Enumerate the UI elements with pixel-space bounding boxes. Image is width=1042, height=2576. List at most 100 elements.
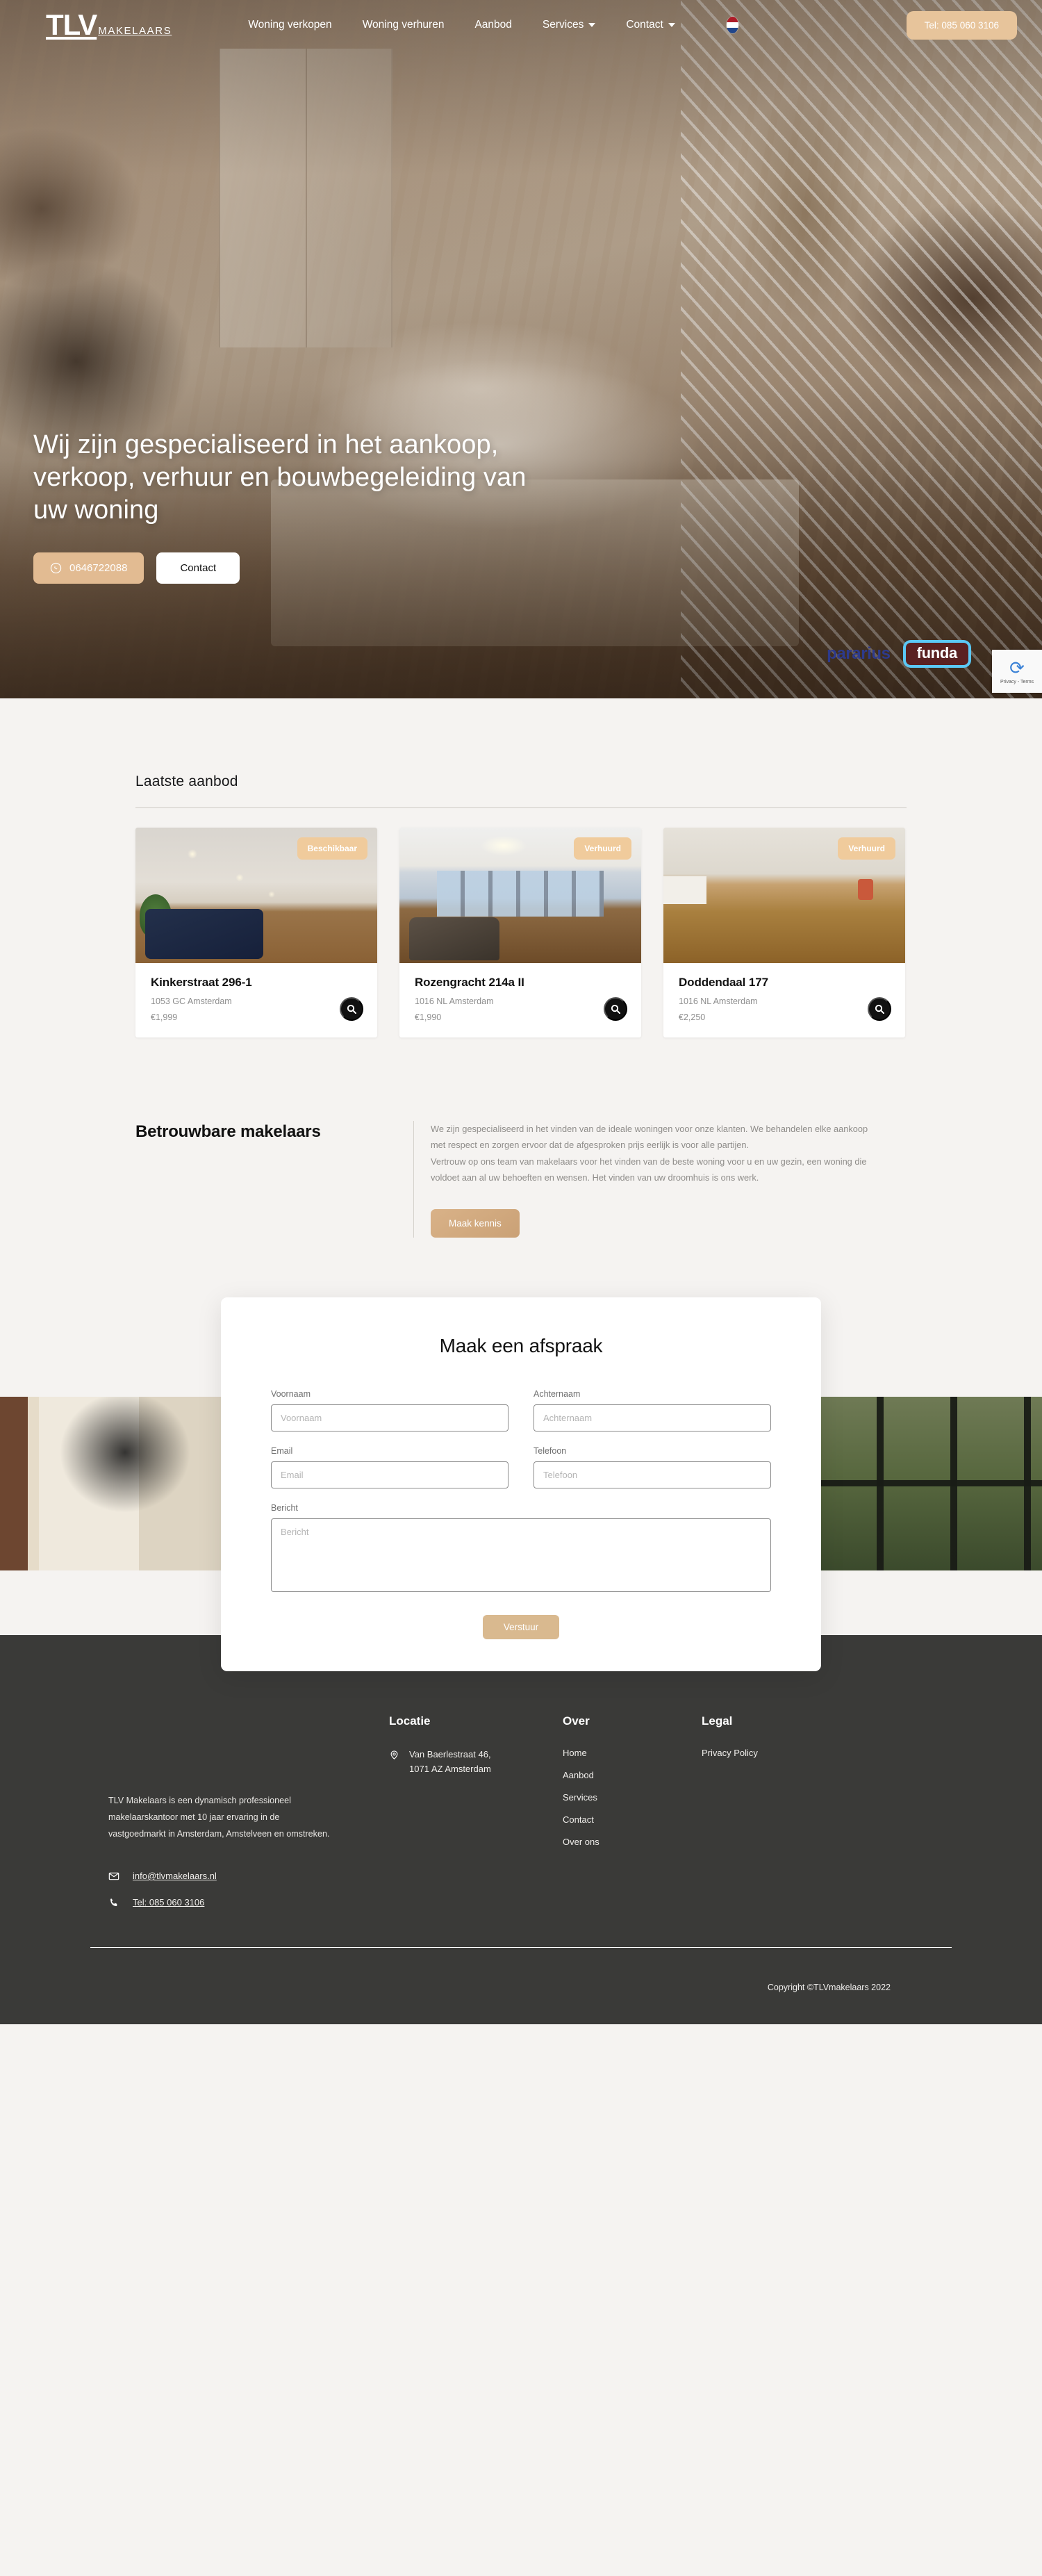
maak-kennis-button[interactable]: Maak kennis <box>431 1209 520 1238</box>
field-voornaam: Voornaam <box>271 1389 508 1432</box>
property-title: Rozengracht 214a II <box>415 976 524 989</box>
whatsapp-icon <box>50 563 62 574</box>
property-address: 1016 NL Amsterdam <box>679 996 758 1006</box>
appointment-form-card: Maak een afspraak Voornaam Achternaam Em… <box>221 1297 821 1672</box>
recaptcha-badge[interactable]: ⟳ Privacy - Terms <box>992 650 1042 693</box>
property-card[interactable]: Beschikbaar Kinkerstraat 296-1 1053 GC A… <box>135 828 377 1037</box>
hero-buttons: 0646722088 Contact <box>33 552 561 584</box>
status-badge: Beschikbaar <box>297 837 367 860</box>
footer-email-row[interactable]: info@tlvmakelaars.nl <box>108 1871 389 1882</box>
property-card[interactable]: Verhuurd Doddendaal 177 1016 NL Amsterda… <box>663 828 905 1037</box>
property-image: Verhuurd <box>399 828 641 963</box>
footer-link-over-ons[interactable]: Over ons <box>563 1837 702 1847</box>
property-view-button[interactable] <box>340 997 363 1021</box>
nav-phone-button[interactable]: Tel: 085 060 3106 <box>906 10 1017 40</box>
footer-phone-row[interactable]: Tel: 085 060 3106 <box>108 1897 389 1908</box>
about-wrapper: Betrouwbare makelaars We zijn gespeciali… <box>135 1121 907 1238</box>
appointment-form-heading: Maak een afspraak <box>439 1335 603 1357</box>
footer-bottom: Copyright ©TLVmakelaars 2022 <box>90 1948 952 2024</box>
nav-links: Woning verkopen Woning verhuren Aanbod S… <box>248 17 738 33</box>
contact-section: Maak een afspraak Voornaam Achternaam Em… <box>0 1297 1042 1672</box>
phone-icon <box>110 1898 117 1906</box>
chevron-down-icon <box>588 23 596 27</box>
footer-address-line1: Van Baerlestraat 46, <box>409 1749 491 1760</box>
property-title: Doddendaal 177 <box>679 976 768 989</box>
hero-contact-button[interactable]: Contact <box>156 552 240 584</box>
funda-logo[interactable]: funda <box>905 643 968 665</box>
nav-item-label: Services <box>542 19 584 31</box>
about-right: We zijn gespecialiseerd in het vinden va… <box>413 1121 907 1238</box>
search-icon <box>875 1004 884 1014</box>
about-paragraph-2: Vertrouw op ons team van makelaars voor … <box>431 1156 867 1183</box>
email-label: Email <box>271 1446 293 1457</box>
listings-cards: Beschikbaar Kinkerstraat 296-1 1053 GC A… <box>135 828 907 1037</box>
status-badge: Verhuurd <box>574 837 631 860</box>
about-left: Betrouwbare makelaars <box>135 1121 413 1238</box>
nav-item-label: Aanbod <box>474 19 512 31</box>
nav-item-contact[interactable]: Contact <box>626 19 675 31</box>
property-view-button[interactable] <box>868 997 891 1021</box>
hero-shade-overlay <box>0 0 1042 698</box>
about-heading: Betrouwbare makelaars <box>135 1122 321 1141</box>
property-view-button[interactable] <box>604 997 627 1021</box>
achternaam-input[interactable] <box>534 1404 771 1432</box>
nav-item-woning-verkopen[interactable]: Woning verkopen <box>248 19 331 31</box>
nav-item-woning-verhuren[interactable]: Woning verhuren <box>363 19 445 31</box>
voornaam-input[interactable] <box>271 1404 508 1432</box>
mail-icon <box>108 1872 119 1880</box>
property-card-body: Rozengracht 214a II 1016 NL Amsterdam €1… <box>399 963 641 1037</box>
nav-item-label: Contact <box>626 19 663 31</box>
footer-link-aanbod[interactable]: Aanbod <box>563 1770 702 1780</box>
footer-address-text: Van Baerlestraat 46, 1071 AZ Amsterdam <box>409 1748 491 1776</box>
listings-section: Laatste aanbod Beschikbaar Kinkerstraat … <box>0 698 1042 1037</box>
bericht-label: Bericht <box>271 1503 298 1513</box>
page-root: TLV MAKELAARS Woning verkopen Woning ver… <box>0 0 1042 2024</box>
whatsapp-phone-label: 0646722088 <box>69 562 128 575</box>
hero-copy: Wij zijn gespecialiseerd in het aankoop,… <box>33 429 561 584</box>
property-image: Verhuurd <box>663 828 905 963</box>
nav-item-aanbod[interactable]: Aanbod <box>474 19 511 31</box>
brand-logo[interactable]: TLV MAKELAARS <box>46 8 172 41</box>
verstuur-submit-button[interactable]: Verstuur <box>482 1615 560 1640</box>
footer-link-privacy-policy[interactable]: Privacy Policy <box>702 1748 841 1758</box>
footer-legal-heading: Legal <box>702 1714 733 1728</box>
footer-link-contact[interactable]: Contact <box>563 1814 702 1825</box>
status-badge: Verhuurd <box>838 837 895 860</box>
property-card[interactable]: Verhuurd Rozengracht 214a II 1016 NL Ams… <box>399 828 641 1037</box>
whatsapp-phone-button[interactable]: 0646722088 <box>33 552 144 584</box>
footer-location-column: Locatie Van Baerlestraat 46, 1071 AZ Ams… <box>389 1714 563 1923</box>
footer-contact-details: info@tlvmakelaars.nl Tel: 085 060 3106 <box>108 1871 389 1908</box>
footer-about-text: TLV Makelaars is een dynamisch professio… <box>108 1796 330 1839</box>
email-input[interactable] <box>271 1461 508 1489</box>
recaptcha-privacy-terms: Privacy - Terms <box>1000 679 1034 684</box>
recaptcha-icon: ⟳ <box>1009 657 1025 678</box>
footer-columns: TLV Makelaars is een dynamisch professio… <box>90 1684 952 1923</box>
footer-link-services[interactable]: Services <box>563 1792 702 1803</box>
listings-title: Laatste aanbod <box>135 773 238 789</box>
footer-address: Van Baerlestraat 46, 1071 AZ Amsterdam <box>389 1748 563 1776</box>
property-price: €1,999 <box>151 1012 178 1022</box>
hero-title: Wij zijn gespecialiseerd in het aankoop,… <box>33 430 527 525</box>
nl-flag-icon[interactable] <box>726 17 738 33</box>
partner-logos: pararius funda <box>827 643 968 665</box>
pararius-logo[interactable]: pararius <box>827 644 891 664</box>
field-telefoon: Telefoon <box>534 1446 771 1489</box>
footer-copyright: Copyright ©TLVmakelaars 2022 <box>767 1982 891 1992</box>
property-title: Kinkerstraat 296-1 <box>151 976 252 989</box>
nav-item-services[interactable]: Services <box>542 19 596 31</box>
footer-over-column: Over Home Aanbod Services Contact Over o… <box>563 1714 702 1923</box>
map-pin-icon <box>390 1750 398 1759</box>
property-price: €2,250 <box>679 1012 706 1022</box>
property-price: €1,990 <box>415 1012 442 1022</box>
footer-over-heading: Over <box>563 1714 590 1728</box>
listings-divider <box>135 807 907 808</box>
telefoon-input[interactable] <box>534 1461 771 1489</box>
form-row-message: Bericht <box>271 1503 771 1595</box>
property-address: 1053 GC Amsterdam <box>151 996 232 1006</box>
footer-legal-column: Legal Privacy Policy <box>702 1714 841 1923</box>
logo-mark-text: TLV <box>46 8 97 41</box>
footer-link-home[interactable]: Home <box>563 1748 702 1758</box>
hero-section: TLV MAKELAARS Woning verkopen Woning ver… <box>0 0 1042 698</box>
bericht-textarea[interactable] <box>271 1518 771 1593</box>
form-row-name: Voornaam Achternaam <box>271 1389 771 1432</box>
